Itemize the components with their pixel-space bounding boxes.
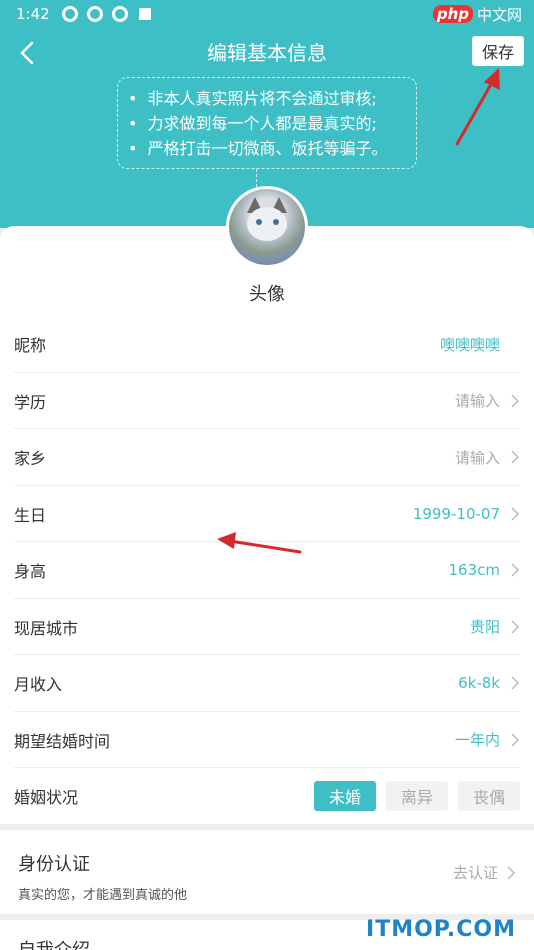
- notice-item: 力求做到每一个人都是最真实的;: [128, 111, 406, 136]
- chevron-right-icon: [506, 865, 516, 881]
- field-value: 一年内: [454, 731, 500, 750]
- chevron-right-icon: [502, 448, 520, 466]
- chevron-right-icon: [502, 561, 520, 579]
- field-value: 6k-8k: [458, 674, 500, 693]
- field-value: 163cm: [448, 561, 501, 580]
- field-birthday[interactable]: 生日 1999-10-07: [0, 486, 534, 543]
- identity-verification[interactable]: 身份认证 真实的您，才能遇到真诚的他 去认证: [0, 830, 534, 914]
- field-value: 贵阳: [469, 618, 500, 637]
- field-income[interactable]: 月收入 6k-8k: [0, 655, 534, 712]
- chevron-right-icon: [502, 731, 520, 749]
- field-label: 期望结婚时间: [14, 731, 111, 751]
- field-education[interactable]: 学历 请输入: [0, 373, 534, 430]
- verification-title: 身份认证: [18, 854, 90, 875]
- field-city[interactable]: 现居城市 贵阳: [0, 599, 534, 656]
- save-button[interactable]: 保存: [472, 36, 524, 66]
- chevron-right-icon: [502, 505, 520, 523]
- marital-option-widowed[interactable]: 丧偶: [458, 781, 520, 812]
- notice-item: 非本人真实照片将不会通过审核;: [128, 86, 406, 111]
- notification-icon: [61, 6, 78, 22]
- app-notification-icon: [138, 8, 151, 20]
- status-bar: 1:42 php 中文网: [0, 0, 534, 28]
- notice-item: 严格打击一切微商、饭托等骗子。: [128, 136, 406, 161]
- field-label: 月收入: [14, 675, 63, 695]
- verification-subtitle: 真实的您，才能遇到真诚的他: [18, 888, 188, 903]
- field-label: 学历: [14, 392, 47, 412]
- field-marriage-time[interactable]: 期望结婚时间 一年内: [0, 712, 534, 769]
- field-value: 请输入: [454, 392, 500, 411]
- status-time: 1:42: [16, 5, 50, 23]
- notification-icon: [111, 6, 128, 22]
- verify-action-label: 去认证: [452, 864, 498, 882]
- field-height[interactable]: 身高 163cm: [0, 542, 534, 599]
- verify-action[interactable]: 去认证: [453, 862, 516, 883]
- field-label: 家乡: [14, 449, 47, 469]
- marital-option-unmarried[interactable]: 未婚: [314, 781, 376, 812]
- chevron-right-icon: [502, 674, 520, 692]
- field-label: 婚姻状况: [14, 788, 79, 808]
- field-value: 请输入: [454, 448, 500, 467]
- chevron-right-icon: [502, 618, 520, 636]
- status-right: php 中文网: [432, 0, 522, 28]
- field-marital-status: 婚姻状况 未婚 离异 丧偶: [0, 768, 534, 825]
- field-hometown[interactable]: 家乡 请输入: [0, 429, 534, 486]
- php-watermark-site: 中文网: [476, 5, 522, 24]
- field-value: 噢噢噢噢: [439, 335, 500, 354]
- field-value: 1999-10-07: [412, 504, 500, 523]
- chevron-right-icon: [502, 392, 520, 410]
- field-label: 生日: [14, 505, 47, 525]
- php-watermark: php: [432, 5, 473, 23]
- marital-options: 未婚 离异 丧偶: [314, 781, 520, 812]
- profile-fields: 昵称 噢噢噢噢 学历 请输入 家乡 请输入 生日 1999-10-07 身高 1…: [0, 316, 534, 825]
- field-label: 昵称: [14, 336, 47, 356]
- field-label: 身高: [14, 562, 47, 582]
- field-label: 现居城市: [14, 618, 79, 638]
- notification-icon: [86, 6, 103, 22]
- page-title: 编辑基本信息: [207, 41, 327, 65]
- field-nickname[interactable]: 昵称 噢噢噢噢: [0, 316, 534, 373]
- marital-option-divorced[interactable]: 离异: [386, 781, 448, 812]
- site-watermark: ITMOP.COM: [366, 917, 516, 942]
- avatar-image: [229, 189, 305, 265]
- avatar[interactable]: [226, 186, 308, 268]
- avatar-label: 头像: [249, 284, 285, 305]
- notice-box: 非本人真实照片将不会通过审核; 力求做到每一个人都是最真实的; 严格打击一切微商…: [117, 77, 417, 169]
